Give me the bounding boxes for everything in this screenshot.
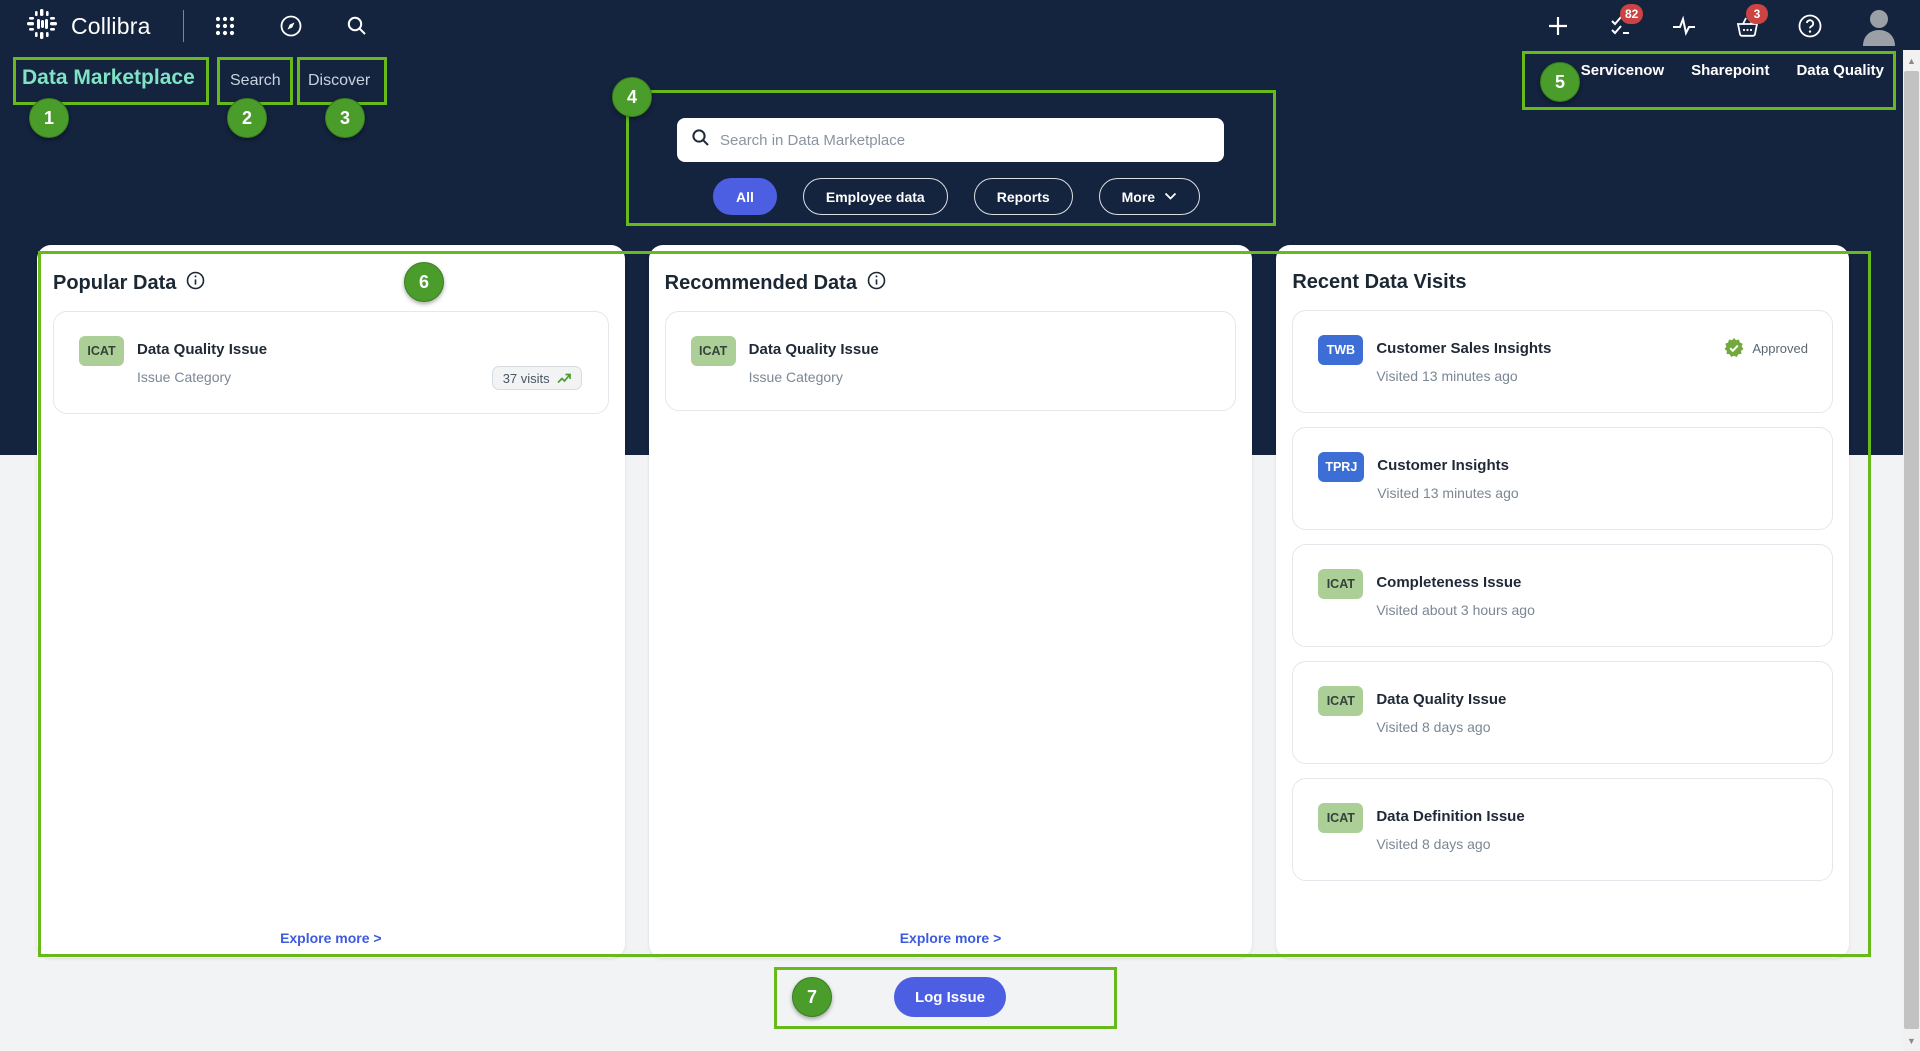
asset-title: Data Definition Issue xyxy=(1376,803,1524,825)
user-avatar[interactable] xyxy=(1860,6,1898,46)
status-label: Approved xyxy=(1752,341,1808,356)
popular-data-panel: Popular Data ICAT Data Quality Issue Iss… xyxy=(37,245,625,958)
tasks-icon[interactable]: 82 xyxy=(1608,13,1634,39)
recent-visit-card[interactable]: TPRJ Customer Insights Visited 13 minute… xyxy=(1292,427,1833,530)
visited-timestamp: Visited 13 minutes ago xyxy=(1376,368,1551,384)
recommended-explore-more-link[interactable]: Explore more > xyxy=(649,930,1253,946)
topbar-left-icons xyxy=(212,0,370,52)
tab-search[interactable]: Search xyxy=(230,72,281,90)
approved-seal-icon xyxy=(1724,338,1744,358)
marketplace-search-box xyxy=(677,118,1224,162)
app-grid-icon[interactable] xyxy=(212,13,238,39)
asset-subtitle: Issue Category xyxy=(137,369,267,385)
activity-icon[interactable] xyxy=(1671,13,1697,39)
link-sharepoint[interactable]: Sharepoint xyxy=(1691,62,1769,79)
compass-icon[interactable] xyxy=(278,13,304,39)
asset-type-badge: ICAT xyxy=(1318,686,1363,716)
brand-group: Collibra xyxy=(25,0,151,52)
scrollbar-up-arrow[interactable]: ▲ xyxy=(1903,52,1920,69)
link-data-quality[interactable]: Data Quality xyxy=(1796,62,1884,79)
chevron-down-icon xyxy=(1164,192,1177,201)
log-issue-button[interactable]: Log Issue xyxy=(894,977,1006,1017)
info-icon[interactable] xyxy=(867,271,886,295)
recent-visit-card[interactable]: ICAT Data Quality Issue Visited 8 days a… xyxy=(1292,661,1833,764)
scrollbar-down-arrow[interactable]: ▼ xyxy=(1903,1032,1920,1049)
asset-title: Data Quality Issue xyxy=(749,336,879,358)
recent-data-visits-title: Recent Data Visits xyxy=(1292,271,1466,294)
visits-chip: 37 visits xyxy=(492,366,582,390)
asset-subtitle: Issue Category xyxy=(749,369,879,385)
asset-title: Customer Insights xyxy=(1377,452,1518,474)
info-icon[interactable] xyxy=(186,271,205,295)
annotation-marker-7: 7 xyxy=(792,977,832,1017)
asset-type-badge: TPRJ xyxy=(1318,452,1364,482)
search-icon[interactable] xyxy=(344,13,370,39)
tasks-count-badge: 82 xyxy=(1620,4,1643,24)
basket-count-badge: 3 xyxy=(1746,4,1768,24)
top-navigation-bar: Collibra xyxy=(0,0,1920,52)
asset-title: Data Quality Issue xyxy=(137,336,267,358)
search-filter-pills: All Employee data Reports More xyxy=(713,178,1200,215)
content-columns: Popular Data ICAT Data Quality Issue Iss… xyxy=(37,245,1849,958)
asset-type-badge: ICAT xyxy=(1318,803,1363,833)
recommended-asset-card[interactable]: ICAT Data Quality Issue Issue Category xyxy=(665,311,1237,411)
link-servicenow[interactable]: Servicenow xyxy=(1581,62,1664,79)
filter-employee-data-pill[interactable]: Employee data xyxy=(803,178,948,215)
data-marketplace-page: Collibra xyxy=(0,0,1920,1051)
basket-icon[interactable]: 3 xyxy=(1734,13,1760,39)
filter-more-label: More xyxy=(1122,189,1155,205)
asset-type-badge: ICAT xyxy=(691,336,736,366)
filter-all-pill[interactable]: All xyxy=(713,178,777,215)
visited-timestamp: Visited 8 days ago xyxy=(1376,836,1524,852)
page-title-data-marketplace[interactable]: Data Marketplace xyxy=(22,66,195,90)
asset-title: Customer Sales Insights xyxy=(1376,335,1551,357)
page-scrollbar[interactable]: ▲ ▼ xyxy=(1903,50,1920,1051)
asset-title: Data Quality Issue xyxy=(1376,686,1506,708)
integration-links: Servicenow Sharepoint Data Quality xyxy=(1581,62,1884,79)
scrollbar-thumb[interactable] xyxy=(1904,71,1919,1029)
status-badge: Approved xyxy=(1724,338,1808,358)
popular-data-title: Popular Data xyxy=(53,272,176,295)
visited-timestamp: Visited 13 minutes ago xyxy=(1377,485,1518,501)
search-input-icon xyxy=(691,128,710,152)
topbar-right-icons: 82 3 xyxy=(1545,0,1898,52)
asset-type-badge: ICAT xyxy=(1318,569,1363,599)
asset-type-badge: ICAT xyxy=(79,336,124,366)
recommended-data-title: Recommended Data xyxy=(665,272,857,295)
brand-wordmark: Collibra xyxy=(71,13,151,40)
recent-data-visits-panel: Recent Data Visits TWB Customer Sales In… xyxy=(1276,245,1849,958)
trending-up-icon xyxy=(557,373,571,384)
asset-title: Completeness Issue xyxy=(1376,569,1535,591)
recent-visit-card[interactable]: ICAT Completeness Issue Visited about 3 … xyxy=(1292,544,1833,647)
visits-count: 37 visits xyxy=(503,371,550,386)
collibra-logo-icon xyxy=(25,7,59,46)
popular-explore-more-link[interactable]: Explore more > xyxy=(37,930,625,946)
topbar-divider xyxy=(183,10,184,42)
recent-visit-card[interactable]: ICAT Data Definition Issue Visited 8 day… xyxy=(1292,778,1833,881)
tab-discover[interactable]: Discover xyxy=(308,72,370,90)
filter-more-pill[interactable]: More xyxy=(1099,178,1200,215)
visited-timestamp: Visited about 3 hours ago xyxy=(1376,602,1535,618)
visited-timestamp: Visited 8 days ago xyxy=(1376,719,1506,735)
search-input[interactable] xyxy=(720,132,1210,149)
help-icon[interactable] xyxy=(1797,13,1823,39)
recommended-data-panel: Recommended Data ICAT Data Quality Issue… xyxy=(649,245,1253,958)
add-icon[interactable] xyxy=(1545,13,1571,39)
popular-asset-card[interactable]: ICAT Data Quality Issue Issue Category 3… xyxy=(53,311,609,414)
asset-type-badge: TWB xyxy=(1318,335,1363,365)
filter-reports-pill[interactable]: Reports xyxy=(974,178,1073,215)
recent-visit-card[interactable]: TWB Customer Sales Insights Visited 13 m… xyxy=(1292,310,1833,413)
